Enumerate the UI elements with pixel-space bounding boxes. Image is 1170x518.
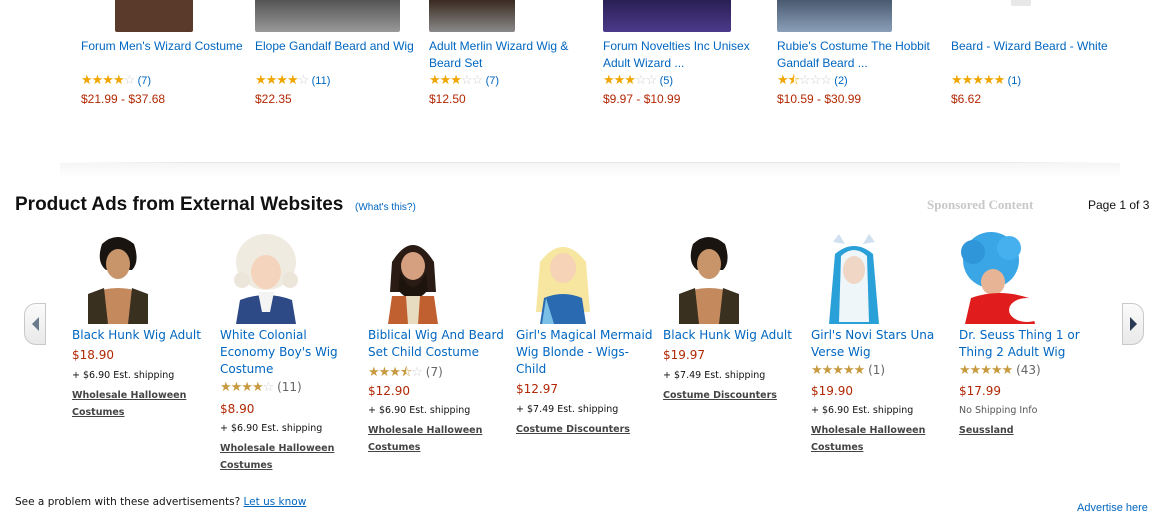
- let-us-know-link[interactable]: Let us know: [244, 496, 307, 508]
- product-rating: ★⯪☆☆☆ (2): [777, 72, 848, 89]
- sponsored-label: Sponsored Content: [927, 197, 1034, 212]
- stars-icon: ★★★⯪☆: [368, 365, 423, 380]
- ad-price: $19.97: [663, 348, 705, 362]
- next-button[interactable]: [1122, 303, 1144, 345]
- product-rating: ★★★☆☆ (5): [603, 72, 673, 89]
- product-price: $12.50: [429, 92, 466, 106]
- stars-icon: ★⯪☆☆☆: [777, 72, 832, 87]
- ad-title[interactable]: Biblical Wig And Beard Set Child Costume: [368, 327, 508, 361]
- ad-title[interactable]: Black Hunk Wig Adult: [663, 327, 803, 344]
- stars-icon: ★★★★★: [959, 363, 1013, 378]
- ad-image[interactable]: [959, 232, 1049, 324]
- review-count[interactable]: (7): [138, 75, 151, 87]
- product-image[interactable]: [603, 0, 731, 32]
- ad-seller-link[interactable]: Wholesale Halloween Costumes: [72, 387, 192, 421]
- ad-seller-link[interactable]: Wholesale Halloween Costumes: [811, 422, 931, 456]
- product-image[interactable]: [255, 0, 400, 32]
- ad-shipping: + $6.90 Est. shipping: [368, 405, 471, 416]
- advertise-here-link[interactable]: Advertise here: [1077, 502, 1148, 514]
- product-image[interactable]: [429, 0, 515, 32]
- product-price: $9.97 - $10.99: [603, 92, 681, 106]
- ad-image[interactable]: [378, 232, 448, 324]
- review-count[interactable]: (43): [1016, 363, 1041, 377]
- ad-image[interactable]: [226, 232, 304, 324]
- stars-icon: ★★★★★: [951, 72, 1005, 87]
- related-products-row: Forum Men's Wizard Costume ★★★★☆ (7) $21…: [0, 0, 1170, 120]
- whats-this-link[interactable]: (What's this?): [355, 202, 416, 213]
- ad-shipping: + $7.49 Est. shipping: [663, 370, 766, 381]
- product-rating: ★★★★☆ (7): [81, 72, 151, 89]
- review-count[interactable]: (7): [426, 365, 443, 379]
- section-divider-shadow: [60, 163, 1120, 177]
- review-count[interactable]: (11): [277, 380, 302, 394]
- ad-image[interactable]: [673, 232, 743, 324]
- ad-rating: ★★★★☆ (11): [220, 380, 302, 395]
- product-price: $6.62: [951, 92, 982, 106]
- page-indicator: Page 1 of 3: [1088, 198, 1150, 212]
- ad-shipping: No Shipping Info: [959, 405, 1038, 416]
- ad-price: $8.90: [220, 402, 255, 416]
- product-rating: ★★★★☆ (11): [255, 72, 330, 89]
- chevron-left-icon: [32, 317, 39, 331]
- product-title[interactable]: Forum Novelties Inc Unisex Adult Wizard …: [603, 38, 768, 72]
- review-count[interactable]: (2): [834, 75, 847, 87]
- ad-image[interactable]: [819, 232, 889, 324]
- ad-rating: ★★★⯪☆ (7): [368, 363, 443, 385]
- stars-icon: ★★★☆☆: [429, 72, 483, 87]
- ad-title[interactable]: Girl's Magical Mermaid Wig Blonde - Wigs…: [516, 327, 656, 378]
- ad-seller-link[interactable]: Costume Discounters: [516, 421, 656, 438]
- product-image[interactable]: [777, 0, 892, 32]
- ad-image[interactable]: [82, 232, 152, 324]
- ad-shipping: + $6.90 Est. shipping: [811, 405, 914, 416]
- ad-seller-link[interactable]: Wholesale Halloween Costumes: [368, 422, 488, 456]
- stars-icon: ★★★★☆: [81, 72, 135, 87]
- ad-price: $18.90: [72, 348, 114, 362]
- ad-title[interactable]: Black Hunk Wig Adult: [72, 327, 212, 344]
- ad-rating: ★★★★★ (1): [811, 363, 885, 378]
- ad-seller-link[interactable]: Costume Discounters: [663, 387, 803, 404]
- chevron-right-icon: [1130, 317, 1137, 331]
- ad-shipping: + $7.49 Est. shipping: [516, 404, 619, 415]
- section-title: Product Ads from External Websites: [15, 194, 344, 215]
- ad-price: $19.90: [811, 384, 853, 398]
- ad-image[interactable]: [528, 232, 598, 324]
- product-price: $10.59 - $30.99: [777, 92, 862, 106]
- ad-seller-link[interactable]: Seussland: [959, 422, 1099, 439]
- product-price: $21.99 - $37.68: [81, 92, 166, 106]
- stars-icon: ★★★★☆: [220, 380, 274, 395]
- review-count[interactable]: (11): [312, 75, 331, 87]
- ad-price: $12.90: [368, 384, 410, 398]
- product-image[interactable]: [115, 0, 193, 32]
- stars-icon: ★★★☆☆: [603, 72, 657, 87]
- ad-shipping: + $6.90 Est. shipping: [72, 370, 175, 381]
- review-count[interactable]: (1): [868, 363, 885, 377]
- stars-icon: ★★★★☆: [255, 72, 309, 87]
- ad-shipping: + $6.90 Est. shipping: [220, 423, 323, 434]
- product-title[interactable]: Forum Men's Wizard Costume: [81, 38, 246, 55]
- ad-title[interactable]: White Colonial Economy Boy's Wig Costume: [220, 327, 360, 378]
- product-rating: ★★★☆☆ (7): [429, 72, 499, 89]
- stars-icon: ★★★★★: [811, 363, 865, 378]
- product-image[interactable]: [1011, 0, 1031, 6]
- ad-title[interactable]: Dr. Seuss Thing 1 or Thing 2 Adult Wig: [959, 327, 1099, 361]
- ad-seller-link[interactable]: Wholesale Halloween Costumes: [220, 440, 340, 474]
- ad-title[interactable]: Girl's Novi Stars Una Verse Wig: [811, 327, 951, 361]
- review-count[interactable]: (1): [1008, 75, 1021, 87]
- ad-price: $12.97: [516, 382, 558, 396]
- ad-price: $17.99: [959, 384, 1001, 398]
- review-count[interactable]: (5): [660, 75, 673, 87]
- product-title[interactable]: Beard - Wizard Beard - White: [951, 38, 1116, 55]
- product-price: $22.35: [255, 92, 292, 106]
- prev-button[interactable]: [24, 303, 46, 345]
- product-title[interactable]: Adult Merlin Wizard Wig & Beard Set: [429, 38, 594, 72]
- review-count[interactable]: (7): [486, 75, 499, 87]
- feedback-prompt: See a problem with these advertisements?…: [15, 496, 306, 508]
- product-rating: ★★★★★ (1): [951, 72, 1021, 89]
- product-title[interactable]: Elope Gandalf Beard and Wig: [255, 38, 420, 55]
- product-title[interactable]: Rubie's Costume The Hobbit Gandalf Beard…: [777, 38, 942, 72]
- feedback-question: See a problem with these advertisements?: [15, 496, 241, 508]
- ad-rating: ★★★★★ (43): [959, 363, 1041, 378]
